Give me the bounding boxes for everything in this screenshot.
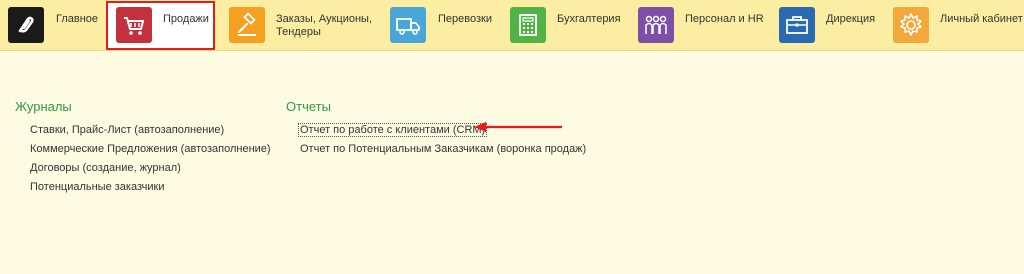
nav-item-directorate-label: Дирекция <box>826 13 876 25</box>
journal-link-rates-pricelist[interactable]: Ставки, Прайс-Лист (автозаполнение) <box>30 124 224 136</box>
nav-item-main-label: Главное <box>56 13 99 25</box>
nav-item-accounting[interactable]: Бухгалтерия <box>503 0 628 50</box>
nav-item-tenders[interactable]: Заказы, Аукционы, Тендеры <box>222 0 382 50</box>
reports-heading: Отчеты <box>286 99 331 114</box>
journal-link-potential-customers[interactable]: Потенциальные заказчики <box>30 181 164 193</box>
nav-item-hr[interactable]: Персонал и HR <box>631 0 771 50</box>
annotation-arrow <box>474 122 562 132</box>
briefcase-icon <box>779 7 815 43</box>
nav-item-hr-label: Персонал и HR <box>685 13 764 25</box>
logo-icon <box>8 7 44 43</box>
nav-item-transport-label: Перевозки <box>438 13 492 25</box>
nav-item-transport[interactable]: Перевозки <box>383 0 493 50</box>
people-icon <box>638 7 674 43</box>
journal-link-commercial-offers[interactable]: Коммерческие Предложения (автозаполнение… <box>30 143 271 155</box>
nav-item-directorate[interactable]: Дирекция <box>772 0 887 50</box>
truck-icon <box>390 7 426 43</box>
gear-icon <box>893 7 929 43</box>
nav-item-tenders-label-line2: Тендеры <box>276 26 321 38</box>
report-link-crm[interactable]: Отчет по работе с клиентами (CRM) <box>298 123 488 137</box>
report-link-sales-funnel[interactable]: Отчет по Потенциальным Заказчикам (ворон… <box>300 143 586 155</box>
gavel-icon <box>229 7 265 43</box>
nav-item-tenders-label-line1: Заказы, Аукционы, <box>276 13 372 25</box>
nav-item-accounting-label: Бухгалтерия <box>557 13 621 25</box>
cart-icon <box>116 7 152 43</box>
nav-item-personal-account[interactable]: Личный кабинет <box>886 0 1024 50</box>
nav-item-main[interactable]: Главное <box>0 0 100 50</box>
nav-item-sales[interactable]: Продажи <box>106 0 215 50</box>
nav-item-sales-label: Продажи <box>163 13 209 25</box>
journals-heading: Журналы <box>15 99 72 114</box>
journal-link-contracts[interactable]: Договоры (создание, журнал) <box>30 162 181 174</box>
nav-item-personal-account-label: Личный кабинет <box>940 13 1023 25</box>
calculator-icon <box>510 7 546 43</box>
